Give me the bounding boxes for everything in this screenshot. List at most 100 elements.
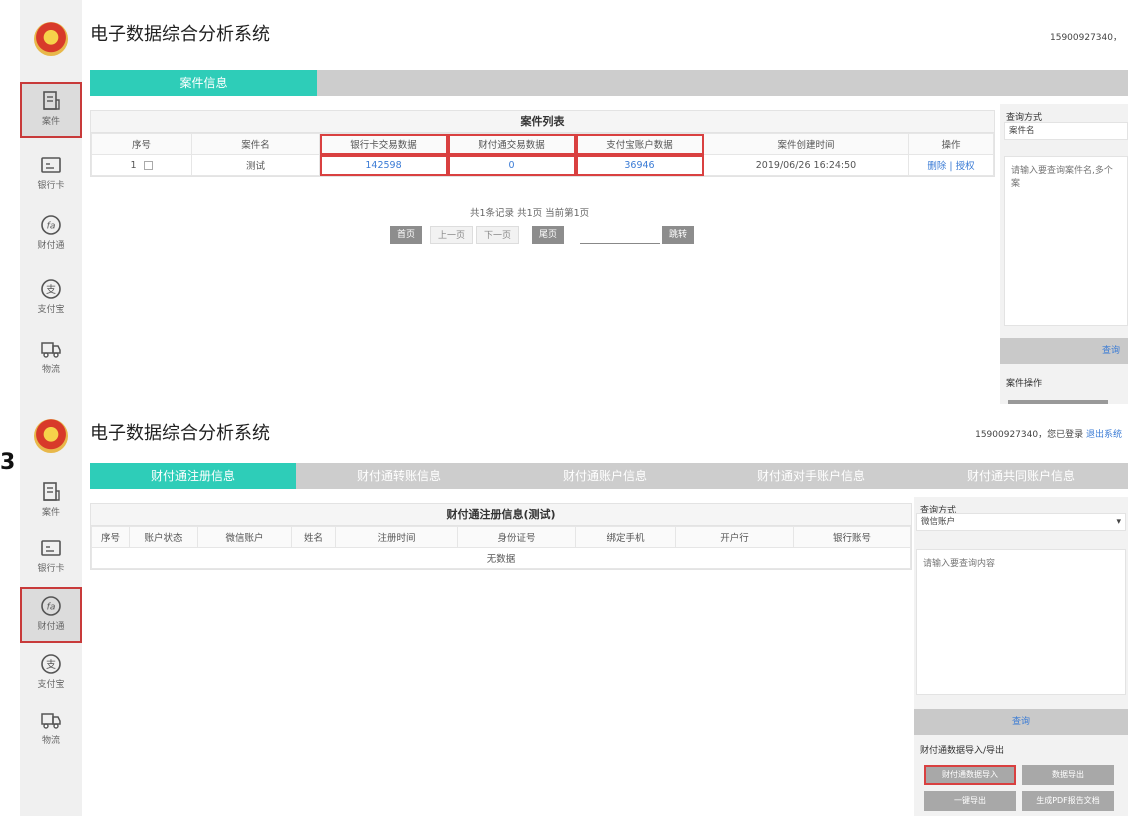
actions-cell: 删除 | 授权 xyxy=(908,154,994,176)
row-checkbox[interactable] xyxy=(143,160,153,170)
table-row: 无数据 xyxy=(91,547,911,569)
grant-link[interactable]: 授权 xyxy=(956,161,975,172)
col-header: 序号 xyxy=(91,133,192,155)
app-title: 电子数据综合分析系统 xyxy=(90,24,270,45)
col-header: 财付通交易数据 xyxy=(447,133,576,155)
tab-bar: 财付通注册信息 财付通转账信息 财付通账户信息 财付通对手账户信息 财付通共同账… xyxy=(90,463,1128,489)
app-title: 电子数据综合分析系统 xyxy=(90,423,270,444)
first-page-button[interactable]: 首页 xyxy=(390,226,423,244)
svg-text:支: 支 xyxy=(46,659,56,671)
data-export-button[interactable]: 数据导出 xyxy=(1022,765,1114,785)
tenpay-icon: fa xyxy=(41,215,61,235)
case-name-cell: 测试 xyxy=(191,154,320,176)
tab-tenpay-counterparty[interactable]: 财付通对手账户信息 xyxy=(708,463,914,489)
query-button[interactable]: 查询 xyxy=(914,709,1128,735)
col-header: 案件创建时间 xyxy=(703,133,909,155)
tenpay-trade-count-link[interactable]: 0 xyxy=(447,154,576,176)
query-placeholder: 请输入要查询案件名,多个案 xyxy=(1011,166,1113,189)
sidebar-item-bank-card[interactable]: 银行卡 xyxy=(22,531,80,583)
chevron-down-icon: ▾ xyxy=(1116,517,1121,527)
bank-card-icon xyxy=(41,540,61,556)
tab-tenpay-account[interactable]: 财付通账户信息 xyxy=(502,463,708,489)
delete-link[interactable]: 删除 xyxy=(927,161,946,172)
jump-button[interactable]: 跳转 xyxy=(662,226,695,244)
case-ops-bar xyxy=(1008,400,1108,404)
table-caption: 案件列表 xyxy=(91,111,994,133)
logged-in-text: 您已登录 xyxy=(1047,430,1084,440)
col-header: 支付宝账户数据 xyxy=(575,133,704,155)
next-page-button[interactable]: 下一页 xyxy=(476,226,520,244)
case-ops-label: 案件操作 xyxy=(1006,379,1043,389)
logistics-truck-icon xyxy=(41,713,61,729)
last-page-button[interactable]: 尾页 xyxy=(532,226,565,244)
query-mode-value: 案件名 xyxy=(1009,126,1035,136)
sidebar: 案件 银行卡 fa 财付通 支 支付宝 物流 xyxy=(20,0,82,405)
sidebar-item-label: 银行卡 xyxy=(37,181,65,191)
col-header: 身份证号 xyxy=(457,526,576,548)
col-header: 开户行 xyxy=(675,526,794,548)
action-separator: | xyxy=(949,161,953,172)
created-time-cell: 2019/06/26 16:24:50 xyxy=(703,154,909,176)
query-mode-select[interactable]: 案件名 xyxy=(1004,122,1128,140)
query-textarea[interactable]: 请输入要查询内容 xyxy=(916,549,1126,695)
col-header: 银行卡交易数据 xyxy=(319,133,448,155)
sidebar: 案件 银行卡 fa 财付通 支 支付宝 物流 xyxy=(20,405,82,816)
one-click-export-button[interactable]: 一键导出 xyxy=(924,791,1016,811)
sidebar-item-logistics[interactable]: 物流 xyxy=(22,332,80,384)
tenpay-import-button[interactable]: 财付通数据导入 xyxy=(924,765,1016,785)
sidebar-item-case[interactable]: 案件 xyxy=(22,475,80,527)
bank-card-icon xyxy=(41,157,61,173)
query-button[interactable]: 查询 xyxy=(1000,338,1128,364)
query-textarea[interactable]: 请输入要查询案件名,多个案 xyxy=(1004,156,1128,326)
tab-case-info[interactable]: 案件信息 xyxy=(90,70,317,96)
query-placeholder: 请输入要查询内容 xyxy=(923,559,996,569)
query-panel: 查询方式 案件名 请输入要查询案件名,多个案 查询 案件操作 xyxy=(1000,104,1128,404)
case-info-screenshot: 案件 银行卡 fa 财付通 支 支付宝 物流 电子数据综合分析系统 159009… xyxy=(20,0,1128,405)
sidebar-item-tenpay[interactable]: fa 财付通 xyxy=(20,587,82,643)
query-mode-select[interactable]: 微信账户 ▾ xyxy=(916,513,1126,531)
police-emblem-logo xyxy=(34,419,68,453)
prev-page-button[interactable]: 上一页 xyxy=(430,226,474,244)
police-emblem-logo xyxy=(34,22,68,56)
col-header: 微信账户 xyxy=(197,526,292,548)
sidebar-item-label: 物流 xyxy=(41,736,60,746)
col-header: 操作 xyxy=(908,133,994,155)
page-jump-input[interactable] xyxy=(580,226,660,244)
sidebar-item-label: 支付宝 xyxy=(37,305,65,315)
col-header: 姓名 xyxy=(291,526,336,548)
col-header: 绑定手机 xyxy=(575,526,676,548)
tab-tenpay-common-account[interactable]: 财付通共同账户信息 xyxy=(914,463,1128,489)
alipay-icon: 支 xyxy=(41,279,61,299)
sidebar-item-case[interactable]: 案件 xyxy=(20,82,82,138)
sidebar-item-alipay[interactable]: 支 支付宝 xyxy=(22,272,80,324)
sidebar-item-label: 财付通 xyxy=(37,241,65,251)
col-header: 银行账号 xyxy=(793,526,911,548)
tab-tenpay-transfer[interactable]: 财付通转账信息 xyxy=(296,463,502,489)
user-info: 15900927340， xyxy=(1050,33,1122,43)
logistics-truck-icon xyxy=(41,342,61,358)
tenpay-registration-table: 财付通注册信息(测试) 序号 账户状态 微信账户 姓名 注册时间 身份证号 绑定… xyxy=(90,503,912,570)
case-icon xyxy=(43,91,60,110)
sidebar-item-tenpay[interactable]: fa 财付通 xyxy=(22,208,80,260)
side-number-label: 3 xyxy=(0,450,16,475)
sidebar-item-label: 财付通 xyxy=(37,622,65,632)
sidebar-item-label: 物流 xyxy=(41,365,60,375)
sidebar-item-label: 支付宝 xyxy=(37,680,65,690)
row-index-cell: 1 xyxy=(91,154,192,176)
svg-text:支: 支 xyxy=(46,284,56,296)
bank-trade-count-link[interactable]: 142598 xyxy=(319,154,448,176)
sidebar-item-bank-card[interactable]: 银行卡 xyxy=(22,148,80,200)
alipay-icon: 支 xyxy=(41,654,61,674)
tab-tenpay-registration[interactable]: 财付通注册信息 xyxy=(90,463,296,489)
sidebar-item-logistics[interactable]: 物流 xyxy=(22,703,80,755)
table-header-row: 序号 账户状态 微信账户 姓名 注册时间 身份证号 绑定手机 开户行 银行账号 xyxy=(91,526,911,548)
sidebar-item-label: 案件 xyxy=(41,508,60,518)
sidebar-item-label: 银行卡 xyxy=(37,564,65,574)
tenpay-io-label: 财付通数据导入/导出 xyxy=(920,746,1005,756)
alipay-account-count-link[interactable]: 36946 xyxy=(575,154,704,176)
query-panel: 查询方式 微信账户 ▾ 请输入要查询内容 查询 财付通数据导入/导出 财付通数据… xyxy=(914,497,1128,816)
sidebar-item-alipay[interactable]: 支 支付宝 xyxy=(22,647,80,699)
generate-pdf-button[interactable]: 生成PDF报告文档 xyxy=(1022,791,1114,811)
logout-link[interactable]: 退出系统 xyxy=(1086,430,1122,440)
tab-bar: 案件信息 xyxy=(90,70,1128,96)
